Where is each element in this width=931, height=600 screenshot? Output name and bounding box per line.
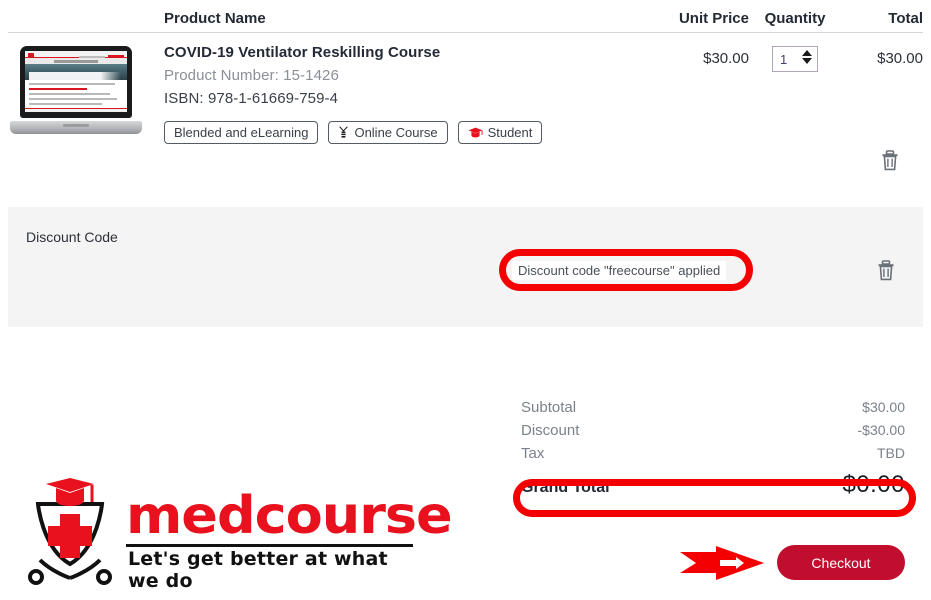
grand-total-value: $0.00 [842, 471, 905, 498]
medcourse-logo: medcourse Let's get better at what we do [18, 478, 453, 592]
screen-text-line [29, 102, 103, 105]
discount-code-label: Discount Code [26, 229, 118, 245]
screen-subbar-text [54, 60, 98, 64]
quantity-value[interactable]: 1 [773, 52, 787, 67]
header-product-name: Product Name [164, 9, 266, 27]
online-course-icon [338, 126, 349, 139]
screen-body [25, 79, 127, 108]
logo-divider [126, 544, 413, 547]
discount-applied-message: Discount code "freecourse" applied [512, 261, 727, 280]
cart-table-header: Product Name Unit Price Quantity Total [8, 4, 923, 32]
screen-text-line [29, 92, 110, 95]
quantity-stepper[interactable]: 1 [772, 46, 818, 72]
header-quantity: Quantity [764, 9, 826, 27]
logo-wordmark: medcourse [126, 486, 453, 546]
annotation-checkout-arrow [680, 546, 764, 580]
screen-text-line [29, 82, 116, 85]
laptop-screen [25, 51, 127, 112]
screen-hero [25, 64, 127, 81]
screen-text-line [29, 87, 88, 90]
remove-discount-button[interactable] [876, 260, 896, 281]
header-total: Total [888, 9, 923, 27]
tag-student[interactable]: Student [457, 121, 543, 144]
trash-icon [876, 260, 896, 284]
product-quantity-cell: 1 [749, 42, 841, 72]
tag-label: Online Course [354, 125, 438, 140]
product-isbn: ISBN: 978-1-61669-759-4 [164, 90, 339, 107]
graduation-cap-icon [468, 127, 483, 139]
shopping-cart-page: Product Name Unit Price Quantity Total C… [0, 0, 931, 600]
tag-online-course[interactable]: Online Course [328, 121, 448, 144]
screen-text-line [29, 97, 118, 100]
product-tag-row: Blended and eLearning Online Course Stud… [164, 121, 661, 144]
quantity-increment-icon[interactable] [802, 50, 812, 56]
totals-label: Discount [521, 422, 580, 439]
totals-row-subtotal: Subtotal $30.00 [515, 396, 911, 419]
totals-label: Subtotal [521, 399, 577, 416]
remove-product-button[interactable] [880, 150, 900, 171]
laptop-base [10, 121, 142, 134]
laptop-lid [20, 46, 132, 118]
product-title[interactable]: COVID-19 Ventilator Reskilling Course [164, 44, 661, 61]
shield-graduation-cap-icon [28, 478, 112, 585]
totals-label: Tax [521, 445, 545, 462]
product-number: Product Number: 15-1426 [164, 67, 339, 84]
logo-tagline: Let's get better at what we do [128, 548, 388, 592]
totals-value: -$30.00 [857, 422, 905, 438]
product-thumbnail-cell [8, 42, 158, 134]
totals-value: TBD [877, 445, 905, 461]
laptop-trackpad-notch [63, 124, 89, 127]
quantity-decrement-icon[interactable] [802, 58, 812, 64]
totals-row-grand-total: Grand Total $0.00 [515, 465, 911, 502]
screen-hero-title [29, 72, 121, 81]
trash-icon [880, 150, 900, 174]
order-totals: Subtotal $30.00 Discount -$30.00 Tax TBD… [515, 396, 911, 502]
header-divider [8, 32, 923, 33]
totals-value: $30.00 [862, 399, 905, 415]
tag-label: Student [487, 125, 533, 140]
grand-total-label: Grand Total [521, 479, 610, 496]
product-info-cell: COVID-19 Ventilator Reskilling Course Pr… [158, 42, 661, 144]
checkout-button[interactable]: Checkout [777, 545, 905, 580]
header-unit-price: Unit Price [678, 9, 749, 27]
totals-row-tax: Tax TBD [515, 442, 911, 465]
quantity-spinner[interactable] [802, 50, 812, 64]
discount-code-panel: Discount Code [8, 207, 923, 327]
tag-label: Blended and eLearning [174, 125, 309, 140]
totals-row-discount: Discount -$30.00 [515, 419, 911, 442]
product-line-total: $30.00 [877, 50, 923, 67]
product-unit-price: $30.00 [703, 50, 749, 67]
cart-line-item: COVID-19 Ventilator Reskilling Course Pr… [8, 42, 923, 192]
tag-blended-and-elearning[interactable]: Blended and eLearning [164, 121, 319, 144]
screen-topbar [25, 51, 127, 60]
screen-footer [25, 107, 127, 112]
product-thumbnail-image [10, 46, 142, 134]
